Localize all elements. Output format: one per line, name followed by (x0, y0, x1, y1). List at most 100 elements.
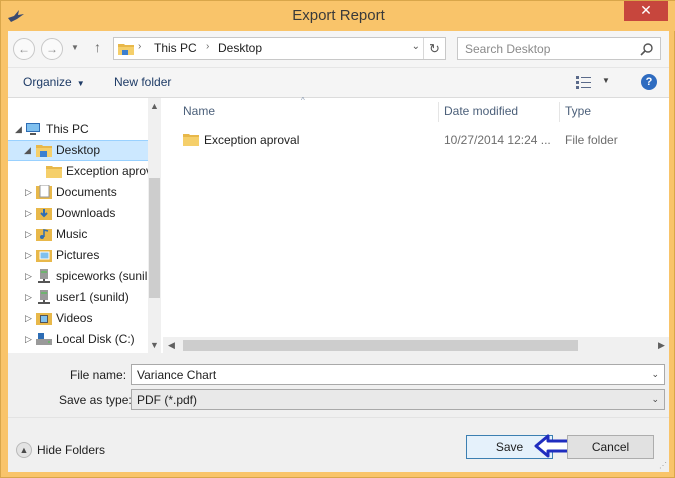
save-form: File name: Variance Chart ⌄ Save as type… (8, 353, 669, 417)
search-icon[interactable] (640, 42, 654, 56)
breadcrumb-separator: › (206, 41, 210, 52)
file-name-label: File name: (70, 368, 127, 382)
tree-item-user1[interactable]: ▷ user1 (sunild) (8, 287, 148, 308)
tree-label: Videos (56, 311, 93, 325)
tree-item-videos[interactable]: ▷ Videos (8, 308, 148, 329)
help-icon[interactable]: ? (641, 74, 657, 90)
expand-arrow-icon[interactable]: ▷ (25, 250, 32, 261)
expand-arrow-icon[interactable]: ▷ (25, 208, 32, 219)
up-button[interactable]: ↑ (94, 39, 101, 55)
expand-arrow-icon[interactable]: ◢ (15, 124, 22, 135)
tree-label: user1 (sunild) (56, 290, 129, 304)
tree-label: Pictures (56, 248, 100, 262)
close-button[interactable]: ✕ (624, 1, 668, 21)
column-header-type[interactable]: Type (565, 104, 591, 118)
scroll-left-icon[interactable]: ◀ (165, 340, 178, 351)
expand-arrow-icon[interactable]: ▷ (25, 313, 32, 324)
dialog-footer: ▲ Hide Folders Save Cancel ⋰ (8, 417, 669, 472)
tree-label: Exception aprov (66, 164, 153, 178)
breadcrumb-this-pc[interactable]: This PC (154, 41, 197, 55)
sort-indicator-icon: ^ (301, 96, 305, 105)
hide-folders-icon[interactable]: ▲ (16, 442, 32, 458)
navigation-tree: ◢ This PC ◢ Desktop Exception aprov ▷ Do… (8, 98, 161, 354)
tree-scroll-thumb[interactable] (149, 178, 160, 298)
save-as-type-select[interactable]: PDF (*.pdf) ⌄ (131, 389, 665, 410)
list-item[interactable]: Exception aproval 10/27/2014 12:24 ... F… (183, 129, 663, 149)
scroll-up-icon[interactable]: ▲ (148, 101, 161, 111)
tree-label: Downloads (56, 206, 116, 220)
expand-arrow-icon[interactable]: ▷ (25, 271, 32, 282)
hide-folders-button[interactable]: Hide Folders (37, 443, 105, 457)
scroll-down-icon[interactable]: ▼ (148, 340, 161, 350)
downloads-icon (36, 208, 52, 220)
search-input[interactable]: Search Desktop (465, 42, 550, 56)
column-divider[interactable] (559, 102, 560, 122)
dialog-client-area: ← → ▼ ↑ › This PC › Desktop ⌄ ↻ Search D… (8, 31, 669, 472)
column-divider[interactable] (438, 102, 439, 122)
new-folder-button[interactable]: New folder (114, 75, 171, 89)
chevron-down-icon[interactable]: ⌄ (651, 394, 659, 405)
pc-icon (26, 123, 40, 135)
save-as-type-value: PDF (*.pdf) (137, 393, 198, 407)
tree-label: This PC (46, 122, 89, 136)
file-name: Exception aproval (204, 133, 300, 147)
chevron-down-icon[interactable]: ⌄ (651, 369, 659, 380)
expand-arrow-icon[interactable]: ▷ (25, 292, 32, 303)
tree-label: Documents (56, 185, 117, 199)
folder-icon (118, 44, 134, 55)
search-box[interactable]: Search Desktop (457, 37, 661, 60)
breadcrumb-separator: › (138, 41, 142, 52)
tree-item-local-disk[interactable]: ▷ Local Disk (C:) (8, 329, 148, 350)
tree-item-music[interactable]: ▷ Music (8, 224, 148, 245)
chevron-down-icon: ▼ (76, 79, 85, 88)
disk-icon (36, 333, 52, 345)
tree-item-desktop[interactable]: ◢ Desktop (8, 140, 151, 161)
tree-label: Music (56, 227, 88, 241)
organize-menu[interactable]: Organize ▼ (23, 75, 85, 89)
documents-icon (36, 185, 52, 199)
window-title: Export Report (292, 7, 385, 24)
videos-icon (36, 313, 52, 325)
tree-label: Desktop (56, 143, 101, 157)
expand-arrow-icon[interactable]: ◢ (24, 145, 31, 156)
view-options-icon[interactable] (576, 75, 592, 89)
forward-button[interactable]: → (41, 38, 63, 60)
browser-panes: ◢ This PC ◢ Desktop Exception aprov ▷ Do… (8, 96, 669, 354)
tree-vertical-scrollbar[interactable]: ▲ ▼ (148, 98, 161, 354)
tree-label: Local Disk (C:) (56, 332, 135, 346)
list-horizontal-scrollbar[interactable]: ◀ ▶ (163, 337, 669, 354)
save-as-type-label: Save as type: (59, 393, 132, 407)
tree-item-spiceworks[interactable]: ▷ spiceworks (sunil (8, 266, 148, 287)
file-date-modified: 10/27/2014 12:24 ... (444, 133, 551, 147)
expand-arrow-icon[interactable]: ▷ (25, 229, 32, 240)
tree-item-exception-aproval[interactable]: Exception aprov (8, 161, 152, 182)
organize-label: Organize (23, 75, 72, 89)
network-drive-icon (38, 290, 50, 304)
title-bar[interactable]: Export Report ✕ (1, 1, 675, 31)
column-header-date-modified[interactable]: Date modified (444, 104, 518, 118)
network-drive-icon (38, 269, 50, 283)
recent-locations-dropdown[interactable]: ▼ (71, 39, 79, 57)
refresh-button[interactable]: ↻ (423, 38, 445, 59)
resize-grip-icon[interactable]: ⋰ (659, 461, 667, 470)
address-history-dropdown[interactable]: ⌄ (412, 41, 420, 52)
folder-icon (36, 145, 52, 157)
tree-item-this-pc[interactable]: ◢ This PC (8, 119, 148, 140)
column-header-name[interactable]: Name (183, 104, 215, 118)
cancel-button[interactable]: Cancel (567, 435, 654, 459)
tree-item-downloads[interactable]: ▷ Downloads (8, 203, 148, 224)
expand-arrow-icon[interactable]: ▷ (25, 187, 32, 198)
tree-item-pictures[interactable]: ▷ Pictures (8, 245, 148, 266)
file-list: Name ^ Date modified Type Exception apro… (163, 96, 669, 354)
tree-item-documents[interactable]: ▷ Documents (8, 182, 148, 203)
breadcrumb-desktop[interactable]: Desktop (218, 41, 262, 55)
expand-arrow-icon[interactable]: ▷ (25, 334, 32, 345)
command-toolbar: Organize ▼ New folder ▼ ? (8, 67, 669, 97)
list-scroll-thumb[interactable] (183, 340, 578, 351)
back-button[interactable]: ← (13, 38, 35, 60)
music-icon (36, 229, 52, 241)
view-dropdown-chevron-icon[interactable]: ▼ (602, 76, 610, 85)
file-name-field[interactable]: Variance Chart ⌄ (131, 364, 665, 385)
address-bar[interactable]: › This PC › Desktop ⌄ ↻ (113, 37, 446, 60)
scroll-right-icon[interactable]: ▶ (655, 340, 668, 351)
